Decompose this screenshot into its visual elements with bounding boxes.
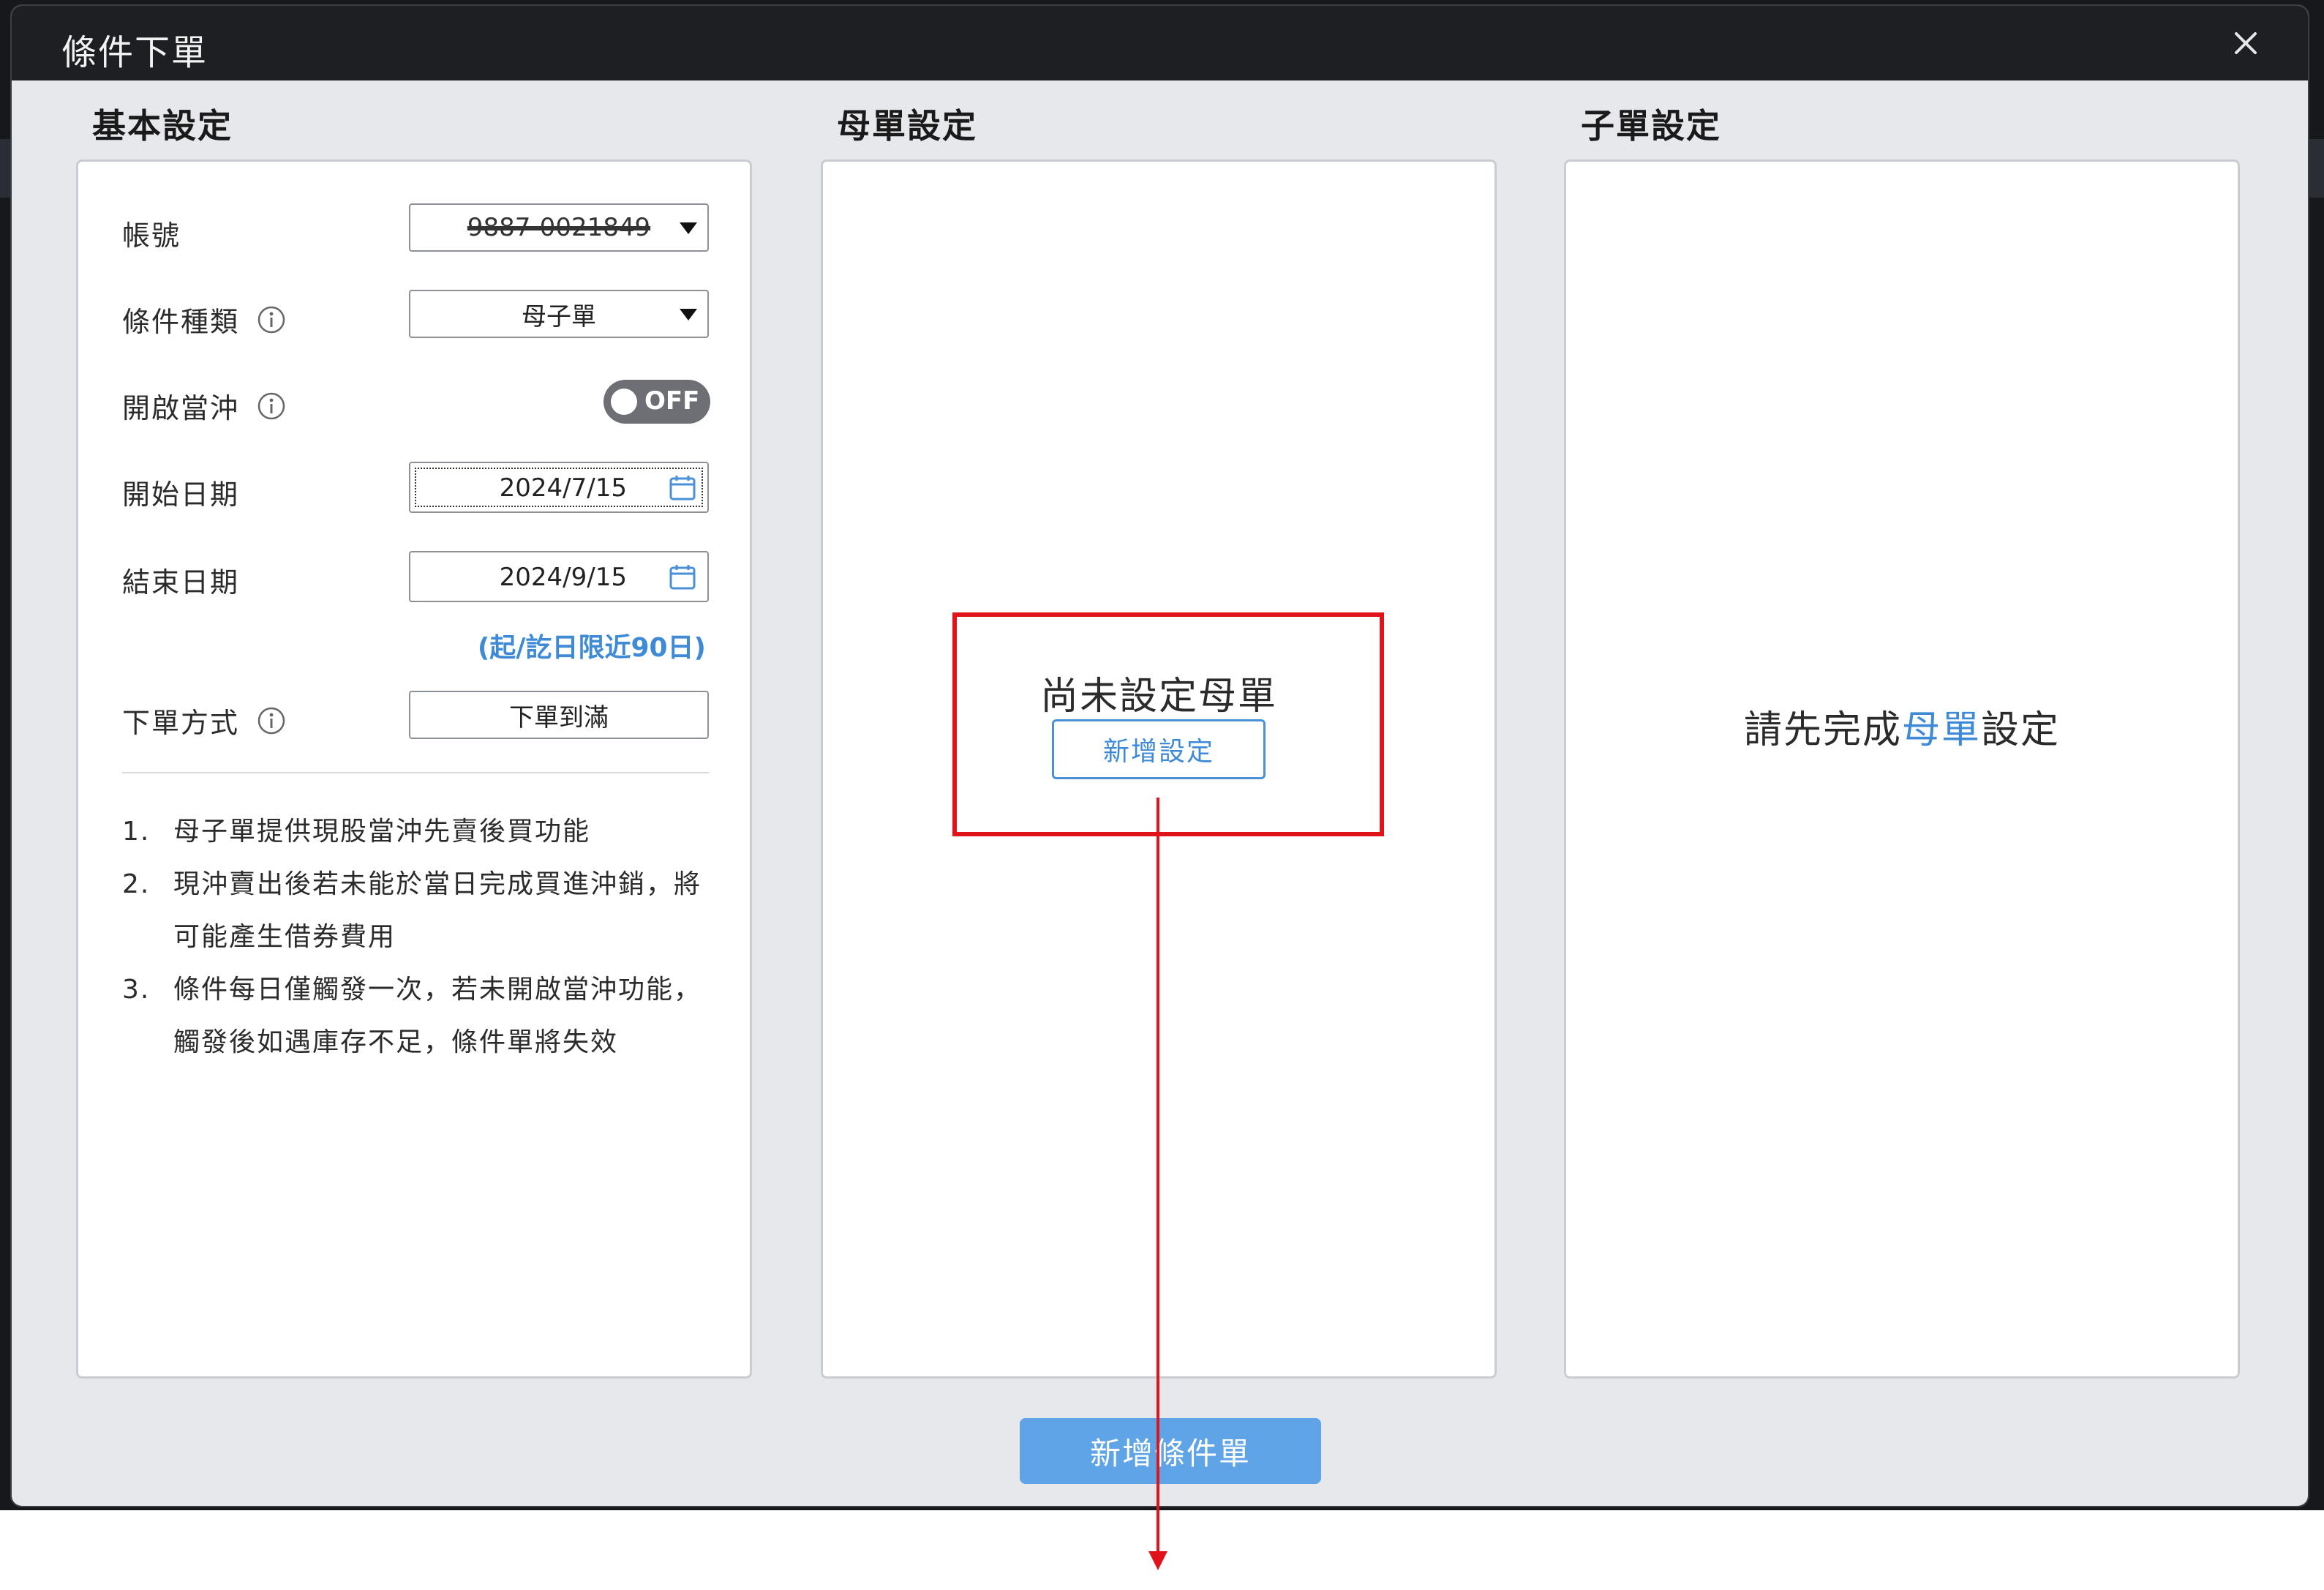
app-side-strip bbox=[2308, 139, 2324, 198]
add-condition-order-button[interactable]: 新增條件單 bbox=[1020, 1418, 1321, 1484]
calendar-icon[interactable] bbox=[668, 473, 697, 503]
chevron-down-icon bbox=[680, 222, 697, 234]
end-date-label: 結束日期 bbox=[122, 560, 239, 600]
close-icon[interactable] bbox=[2227, 25, 2264, 61]
child-prompt-prefix: 請先完成 bbox=[1743, 708, 1902, 752]
child-prompt-highlight: 母單 bbox=[1901, 708, 1981, 752]
list-item: 1. 母子單提供現股當沖先賣後買功能 bbox=[122, 806, 722, 858]
chevron-down-icon bbox=[680, 309, 697, 320]
child-order-panel: 請先完成母單設定 bbox=[1564, 160, 2240, 1379]
list-item: 3. 條件每日僅觸發一次，若未開啟當沖功能，觸發後如遇庫存不足，條件單將失效 bbox=[122, 964, 722, 1069]
condition-type-select-value: 母子單 bbox=[522, 301, 596, 331]
basic-settings-panel: 帳號 9887-0021849 條件種類 母子單 開啟當沖 OFF 開始日期 2… bbox=[76, 160, 752, 1379]
note-number: 1. bbox=[122, 817, 151, 847]
info-icon[interactable] bbox=[257, 706, 286, 735]
account-select-value: 9887-0021849 bbox=[467, 213, 651, 242]
note-text: 條件每日僅觸發一次，若未開啟當沖功能，觸發後如遇庫存不足，條件單將失效 bbox=[173, 975, 702, 1057]
start-date-label-text: 開始日期 bbox=[122, 479, 240, 511]
notes-list: 1. 母子單提供現股當沖先賣後買功能 2. 現沖賣出後若未能於當日完成買進沖銷，… bbox=[122, 806, 722, 1069]
condition-type-label-text: 條件種類 bbox=[122, 306, 240, 338]
annotation-highlight-frame bbox=[952, 612, 1384, 836]
child-prompt-suffix: 設定 bbox=[1981, 708, 2061, 752]
start-date-input[interactable]: 2024/7/15 bbox=[409, 462, 709, 513]
note-text: 現沖賣出後若未能於當日完成買進沖銷，將可能產生借券費用 bbox=[173, 869, 702, 952]
order-method-button[interactable]: 下單到滿 bbox=[409, 691, 709, 739]
end-date-input[interactable]: 2024/9/15 bbox=[409, 551, 709, 602]
note-text: 母子單提供現股當沖先賣後買功能 bbox=[173, 817, 591, 847]
info-icon[interactable] bbox=[257, 391, 286, 421]
order-method-label-text: 下單方式 bbox=[122, 707, 240, 739]
condition-type-label: 條件種類 bbox=[122, 299, 286, 340]
day-trade-label: 開啟當沖 bbox=[122, 386, 286, 426]
account-select[interactable]: 9887-0021849 bbox=[409, 203, 709, 252]
end-date-label-text: 結束日期 bbox=[122, 566, 240, 599]
dialog-titlebar: 條件下單 bbox=[12, 6, 2308, 80]
start-date-value: 2024/7/15 bbox=[499, 473, 627, 503]
note-number: 2. bbox=[122, 869, 151, 899]
note-number: 3. bbox=[122, 975, 151, 1005]
calendar-icon[interactable] bbox=[668, 563, 697, 592]
parent-order-settings-title: 母單設定 bbox=[837, 106, 977, 146]
app-side-strip bbox=[0, 139, 12, 198]
account-label: 帳號 bbox=[122, 213, 181, 253]
account-label-text: 帳號 bbox=[122, 220, 181, 252]
basic-settings-title: 基本設定 bbox=[92, 106, 233, 146]
order-method-label: 下單方式 bbox=[122, 700, 286, 740]
toggle-knob bbox=[611, 389, 637, 415]
list-item: 2. 現沖賣出後若未能於當日完成買進沖銷，將可能產生借券費用 bbox=[122, 858, 722, 964]
end-date-value: 2024/9/15 bbox=[499, 563, 627, 592]
divider bbox=[122, 772, 709, 773]
child-order-settings-title: 子單設定 bbox=[1581, 106, 1721, 146]
child-prompt-message: 請先完成母單設定 bbox=[1566, 699, 2238, 754]
order-method-value: 下單到滿 bbox=[509, 702, 609, 732]
condition-type-select[interactable]: 母子單 bbox=[409, 290, 709, 338]
info-icon[interactable] bbox=[257, 305, 286, 334]
start-date-label: 開始日期 bbox=[122, 472, 239, 512]
day-trade-label-text: 開啟當沖 bbox=[122, 392, 240, 424]
dialog-title: 條件下單 bbox=[61, 32, 208, 73]
date-range-note: (起/訖日限近90日) bbox=[477, 633, 706, 663]
day-trade-toggle[interactable]: OFF bbox=[603, 380, 710, 424]
toggle-state-text: OFF bbox=[644, 386, 700, 416]
